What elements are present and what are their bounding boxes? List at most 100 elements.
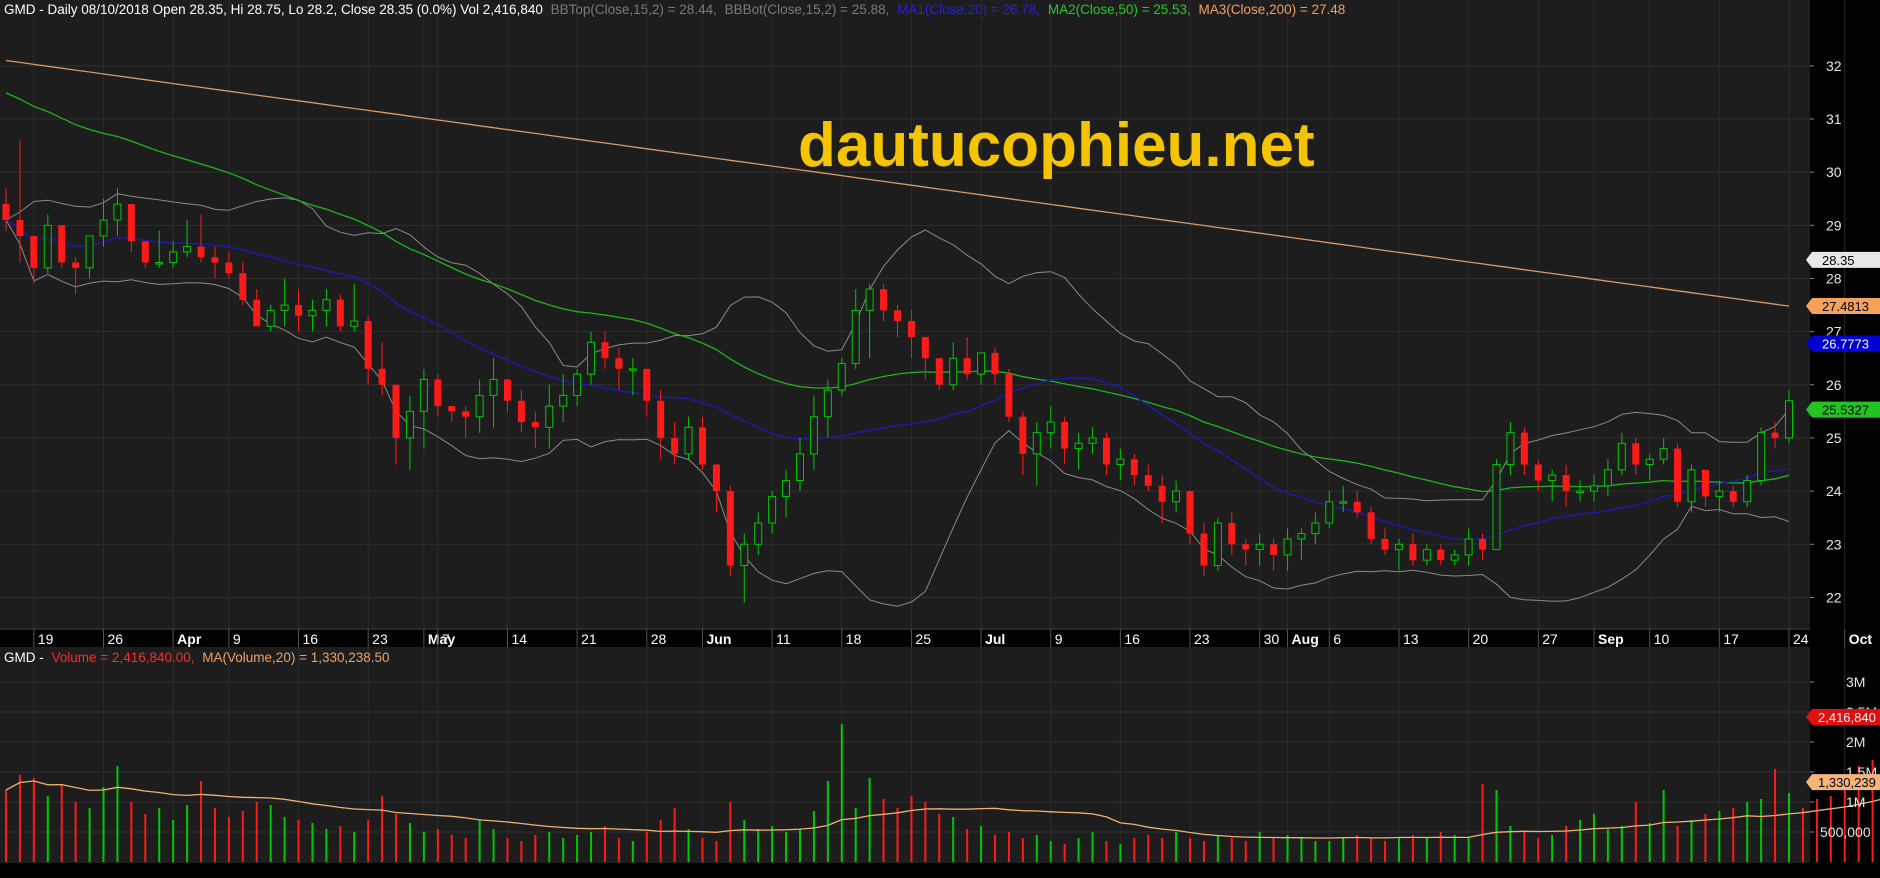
date-tick-label: Sep [1598,631,1624,647]
candle-body [782,479,791,497]
candle-body [712,464,720,492]
candle-body [1632,443,1640,465]
candle-body [1005,374,1013,417]
candle-body [1464,538,1473,556]
price-value-flag: 28.35 [1806,251,1880,268]
candle-body [809,416,818,455]
volume-tick-label: 1M [1846,794,1865,810]
date-tick-label: 9 [233,631,241,647]
candle-body [935,358,943,385]
candle-body [1687,469,1696,503]
candle-body [880,289,888,311]
bbbot-label: BBBot(Close,15,2) = 25.88, [725,2,890,17]
candle-body [1674,448,1682,502]
date-tick-label: 14 [511,631,527,647]
candle-body [977,352,986,375]
date-tick-label: Aug [1292,631,1319,647]
candle-body [1186,491,1194,534]
volume-value-flag: 2,416,840 [1806,708,1880,725]
candle-body [726,491,734,566]
candle-body [1743,479,1752,503]
candle-body [322,299,331,311]
volume-header-prefix: GMD - [4,650,44,665]
candle-body [963,358,971,375]
candle-body [1381,538,1389,550]
candle-body [1479,538,1487,550]
candle-body [1311,522,1320,535]
candle-body [1255,543,1264,551]
candle-body [795,453,804,481]
ma2-label: MA2(Close,50) = 25.53, [1048,2,1191,17]
candle-body [183,246,192,253]
candle-body [894,310,901,321]
candle-body [601,342,609,359]
candle-body [1450,554,1459,561]
price-value-flag: 26.7773 [1806,335,1880,352]
candle-body [169,251,178,264]
date-tick-label: 21 [581,631,597,647]
candle-body [295,305,303,316]
volume-value-flag-label: 2,416,840 [1818,710,1876,725]
candle-body [657,400,665,438]
candle-body [1130,459,1138,476]
date-tick-label: 30 [1264,631,1280,647]
candle-body [1088,437,1097,444]
date-tick-label: Jul [985,631,1005,647]
candle-body [1422,549,1431,561]
price-tick-label: 30 [1826,164,1842,180]
volume-value-flag-label: 1,330,239 [1818,775,1876,790]
candle-body [1325,501,1334,524]
price-panel[interactable]: dautucophieu.net 2223242526272829303132 … [0,0,1880,628]
candle-body [1757,432,1766,481]
candle-body [1158,485,1166,502]
volume-panel[interactable]: 3M2.5M2M1.5M1M500,000 2,416,8401,330,239… [0,647,1880,863]
candle-body [308,309,317,317]
candle-body [58,225,66,263]
watermark: dautucophieu.net [798,111,1315,180]
candle-body [1283,538,1292,556]
price-tick-label: 25 [1826,430,1842,446]
candle-body [336,299,344,327]
candle-body [1102,437,1110,465]
price-tick-label: 31 [1826,111,1842,127]
candle-body [1576,490,1585,494]
candle-body [1061,422,1069,449]
ma3-label: MA3(Close,200) = 27.48 [1199,2,1346,17]
candle-body [1437,549,1445,561]
price-tick-label: 32 [1826,58,1842,74]
candle-body [1534,464,1542,481]
date-tick-label: 11 [776,631,791,647]
candle-body [266,309,275,327]
date-tick-label: 16 [1124,631,1140,647]
candle-body [1394,543,1403,551]
candle-body [1729,491,1737,502]
candle-body [671,437,679,454]
candle-body [2,204,10,220]
candle-body [392,384,400,438]
candle-body [85,235,94,269]
candle-body [684,426,693,455]
candle-body [991,352,999,375]
candle-body [364,321,372,369]
candle-body [1242,544,1250,550]
bbtop-label: BBTop(Close,15,2) = 28.44, [551,2,717,17]
candle-body [1172,490,1181,503]
price-tick-label: 23 [1826,536,1842,552]
candle-body [405,410,414,439]
price-header-prefix: GMD - Daily 08/10/2018 Open 28.35, Hi 28… [4,2,543,17]
candle-body [280,304,289,311]
candle-body [1645,458,1654,466]
candle-body [1589,485,1598,492]
date-tick-label: 24 [1793,631,1809,647]
candle-body [211,257,219,263]
candle-body [155,262,164,265]
candle-body [225,262,233,274]
price-tick-label: 28 [1826,270,1842,286]
candle-body [1297,533,1306,540]
candle-body [1200,533,1208,566]
candle-body [531,422,539,428]
candle-body [587,341,596,375]
candle-body [1116,458,1125,466]
candle-body [921,336,929,359]
candle-body [698,427,706,465]
